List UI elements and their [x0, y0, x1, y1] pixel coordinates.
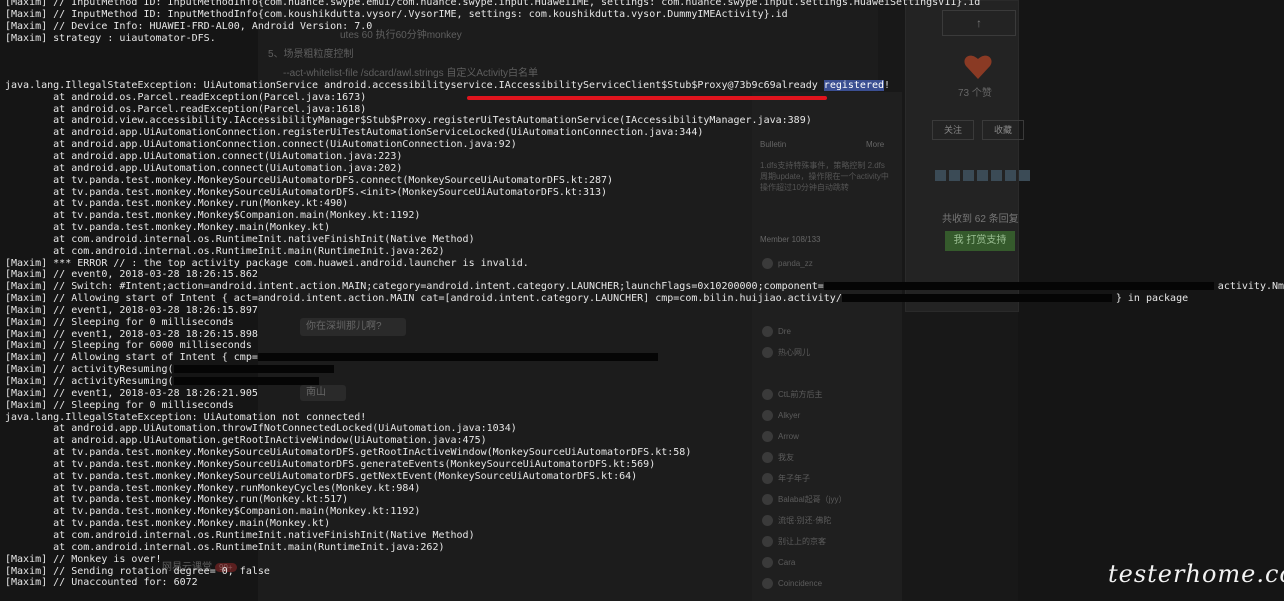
log-line: at tv.panda.test.monkey.Monkey$Companion…	[5, 210, 421, 222]
log-line: [Maxim] // InputMethod ID: InputMethodIn…	[5, 8, 788, 20]
log-line: [Maxim] // Unaccounted for: 6072	[5, 577, 198, 589]
log-line: at tv.panda.test.monkey.MonkeySourceUiAu…	[5, 186, 608, 198]
log-line: [Maxim] // Switch: #Intent;action=androi…	[5, 281, 1284, 293]
log-line: [Maxim] // activityResuming(	[5, 364, 1284, 376]
log-line: at android.app.UiAutomation.connect(UiAu…	[5, 162, 403, 174]
log-line: at com.android.internal.os.RuntimeInit.m…	[5, 245, 445, 257]
red-underline-annotation	[467, 96, 827, 100]
log-line: [Maxim] // Sleeping for 0 milliseconds	[5, 399, 234, 411]
log-line: at tv.panda.test.monkey.Monkey$Companion…	[5, 506, 421, 518]
log-line: [Maxim] // event1, 2018-03-28 18:26:15.8…	[5, 304, 258, 316]
redaction-bar	[257, 353, 658, 362]
log-line: at tv.panda.test.monkey.MonkeySourceUiAu…	[5, 174, 614, 186]
log-line: [Maxim] // Allowing start of Intent { ac…	[5, 293, 1189, 305]
log-line: [Maxim] // Sleeping for 0 milliseconds	[5, 316, 234, 328]
redaction-bar	[173, 365, 334, 374]
log-line: [Maxim] // Allowing start of Intent { cm…	[5, 352, 1284, 364]
log-line: at tv.panda.test.monkey.Monkey.main(Monk…	[5, 518, 331, 530]
redaction-bar	[173, 377, 319, 385]
log-line: at android.app.UiAutomation.throwIfNotCo…	[5, 423, 517, 435]
log-line: at tv.panda.test.monkey.Monkey.runMonkey…	[5, 482, 421, 494]
log-line: at android.app.UiAutomationConnection.co…	[5, 139, 517, 151]
log-line: at android.app.UiAutomationConnection.re…	[5, 127, 704, 139]
log-line: [Maxim] // Device Info: HUAWEI-FRD-AL00,…	[5, 20, 373, 32]
log-line: at com.android.internal.os.RuntimeInit.m…	[5, 541, 445, 553]
redaction-bar	[823, 282, 984, 291]
log-line: [Maxim] strategy : uiautomator-DFS.	[5, 32, 216, 44]
log-line: [Maxim] // activityResuming(	[5, 376, 1284, 388]
log-line: at tv.panda.test.monkey.MonkeySourceUiAu…	[5, 447, 692, 459]
log-line: at com.android.internal.os.RuntimeInit.n…	[5, 233, 475, 245]
log-line: [Maxim] // Sending rotation degree= 0, f…	[5, 565, 270, 577]
redaction-bar	[983, 282, 1214, 291]
log-line: at tv.panda.test.monkey.Monkey.run(Monke…	[5, 198, 349, 210]
log-line: java.lang.IllegalStateException: UiAutom…	[5, 411, 367, 423]
log-line: [Maxim] // Monkey is over!	[5, 553, 162, 565]
highlighted-word: registered	[823, 79, 885, 91]
log-line: at android.app.UiAutomation.getRootInAct…	[5, 435, 487, 447]
log-line: [Maxim] // event0, 2018-03-28 18:26:15.8…	[5, 269, 258, 281]
log-line: [Maxim] // event1, 2018-03-28 18:26:15.8…	[5, 328, 258, 340]
log-line: [Maxim] // Sleeping for 6000 millisecond…	[5, 340, 252, 352]
watermark: testerhome.com	[1108, 560, 1284, 588]
log-line: java.lang.IllegalStateException: UiAutom…	[5, 79, 891, 91]
terminal-log: [Maxim] // InputMethod ID: InputMethodIn…	[5, 0, 1284, 589]
log-line: at android.app.UiAutomation.connect(UiAu…	[5, 150, 403, 162]
log-line: at com.android.internal.os.RuntimeInit.n…	[5, 529, 475, 541]
log-line: at android.view.accessibility.IAccessibi…	[5, 115, 812, 127]
log-line: [Maxim] // event1, 2018-03-28 18:26:21.9…	[5, 387, 258, 399]
log-line: at android.os.Parcel.readException(Parce…	[5, 103, 367, 115]
log-line: [Maxim] *** ERROR // : the top activity …	[5, 257, 529, 269]
log-line: at tv.panda.test.monkey.MonkeySourceUiAu…	[5, 470, 638, 482]
log-line: at tv.panda.test.monkey.MonkeySourceUiAu…	[5, 458, 656, 470]
redaction-bar	[841, 294, 1112, 303]
log-line: [Maxim] // InputMethod ID: InputMethodIn…	[5, 0, 981, 8]
log-line: at tv.panda.test.monkey.Monkey.main(Monk…	[5, 222, 331, 234]
log-line: at tv.panda.test.monkey.Monkey.run(Monke…	[5, 494, 349, 506]
